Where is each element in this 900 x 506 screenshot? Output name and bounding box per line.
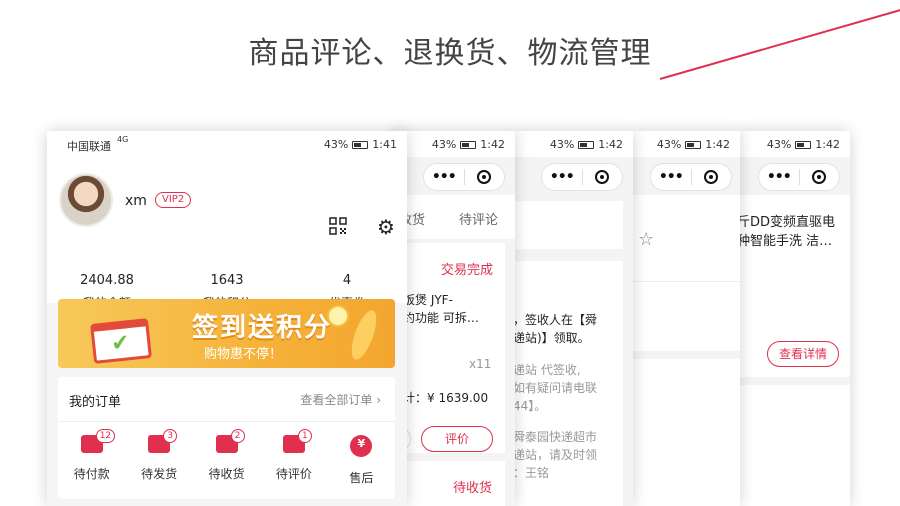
order-card[interactable]: 交易完成 饭煲 JYF- 约功能 可拆… x11 计：¥ 1639.00 — [393, 243, 505, 453]
phone-my-profile: 中国联通 4G 43%1:41 ••• xm VIP2 ⚙ 2404.88我的余… — [47, 131, 407, 506]
close-miniprogram-icon[interactable] — [692, 170, 732, 184]
promo-slide: 商品评论、退换货、物流管理 43% 1:42 ••• 斤DD变频直驱电 种智能手洗 … — [0, 0, 900, 506]
order-total: 计：¥ 1639.00 — [403, 391, 489, 405]
status-bar: 中国联通 4G 43% 1:41 — [47, 131, 407, 157]
miniprogram-capsule[interactable]: ••• — [650, 163, 732, 191]
battery-icon — [352, 140, 369, 149]
count-badge: 3 — [163, 429, 178, 443]
count-badge: 2 — [230, 429, 245, 443]
timeline-text: 递站)】领取。 — [513, 331, 590, 345]
profile-header: xm VIP2 ⚙ 2404.88我的余额 1643我的积分 4优惠券 — [47, 157, 407, 310]
qr-code-icon[interactable] — [329, 217, 347, 235]
avatar[interactable] — [59, 173, 113, 227]
more-icon[interactable]: ••• — [542, 169, 582, 185]
miniprogram-capsule[interactable]: ••• — [423, 163, 505, 191]
page-headline: 商品评论、退换货、物流管理 — [248, 36, 652, 71]
yen-icon: ¥ — [350, 435, 373, 457]
clock: 1:42 — [598, 138, 623, 151]
wheat-icon — [346, 307, 382, 363]
network-type: 4G — [117, 135, 129, 144]
clock: 1:42 — [705, 138, 730, 151]
order-pending-review[interactable]: 1 待评价 — [260, 429, 327, 486]
count-badge: 12 — [95, 429, 116, 443]
banner-title: 签到送积分 — [192, 313, 333, 343]
product-quantity: x11 — [469, 357, 492, 371]
order-card[interactable]: 待收货 — [393, 461, 505, 506]
battery-percent: 43% — [766, 138, 792, 151]
battery-percent: 43% — [656, 138, 682, 151]
gear-icon[interactable]: ⚙ — [377, 215, 395, 239]
vip-badge: VIP2 — [155, 192, 192, 208]
orders-title: 我的订单 — [69, 395, 122, 410]
clock: 1:41 — [372, 138, 397, 151]
more-icon[interactable]: ••• — [759, 169, 799, 185]
close-miniprogram-icon[interactable] — [583, 170, 623, 184]
order-after-sales[interactable]: ¥ 售后 — [328, 435, 395, 486]
timeline-text: 递站，请及时领 — [513, 448, 598, 462]
more-icon[interactable]: ••• — [651, 169, 691, 185]
chevron-right-icon: › — [376, 393, 381, 407]
status-bar: 43% 1:42 — [740, 131, 850, 157]
my-orders-card: 我的订单 查看全部订单 › 12 待付款 3 待发货 2 待收货 1 待评价 ¥… — [58, 377, 395, 499]
product-desc: 约功能 可拆… — [403, 311, 479, 325]
phone-product-detail: 43% 1:42 ••• 斤DD变频直驱电 种智能手洗 洁… 查看详情 — [740, 131, 850, 506]
view-all-orders-link[interactable]: 查看全部订单 › — [300, 391, 381, 408]
count-badge: 1 — [297, 429, 312, 443]
battery-percent: 43% — [323, 138, 349, 151]
timeline-text: ，签收人在【舜 — [513, 313, 598, 327]
miniprogram-capsule[interactable]: ••• — [758, 163, 840, 191]
tab-to-review[interactable]: 待评论 — [459, 209, 498, 228]
clock: 1:42 — [480, 138, 505, 151]
logistics-header-card — [513, 201, 623, 249]
battery-percent: 43% — [431, 138, 457, 151]
view-details-button[interactable]: 查看详情 — [767, 341, 839, 367]
order-status: 交易完成 — [441, 263, 494, 278]
star-icon[interactable]: ☆ — [638, 229, 654, 250]
battery-icon — [460, 140, 477, 149]
order-status: 待收货 — [453, 481, 493, 496]
order-pending-receipt[interactable]: 2 待收货 — [193, 429, 260, 486]
status-bar: 43% 1:42 — [632, 131, 740, 157]
order-status-row: 12 待付款 3 待发货 2 待收货 1 待评价 ¥ 售后 — [58, 429, 395, 486]
phone-logistics: 43% 1:42 ••• ，签收人在【舜 递站)】领取。 递站 代签收, 如有疑问… — [513, 131, 633, 506]
more-icon[interactable]: ••• — [424, 169, 464, 185]
battery-icon — [685, 140, 702, 149]
timeline-text: 舜泰园快递超市 — [513, 430, 598, 444]
battery-percent: 43% — [549, 138, 575, 151]
close-miniprogram-icon[interactable] — [465, 170, 505, 184]
phone-order-list: 43% 1:42 ••• 收货 待评论 交易完成 饭煲 JYF- 约功能 可拆… … — [393, 131, 515, 506]
status-bar: 43% 1:42 — [393, 131, 515, 157]
review-button[interactable]: 评价 — [421, 426, 493, 452]
phone-favorites: 43% 1:42 ••• ☆ — [632, 131, 740, 506]
close-miniprogram-icon[interactable] — [800, 170, 840, 184]
timeline-text: 如有疑问请电联 — [513, 381, 598, 395]
logistics-timeline: ，签收人在【舜 递站)】领取。 递站 代签收, 如有疑问请电联 44】。 舜泰园… — [513, 261, 623, 506]
calendar-check-icon — [90, 318, 152, 364]
miniprogram-capsule[interactable]: ••• — [541, 163, 623, 191]
product-title: 斤DD变频直驱电 种智能手洗 洁… — [740, 215, 836, 249]
banner-subtitle: 购物惠不停！ — [204, 347, 283, 362]
order-pending-payment[interactable]: 12 待付款 — [58, 429, 125, 486]
order-pending-shipment[interactable]: 3 待发货 — [125, 429, 192, 486]
signin-banner[interactable]: 签到送积分 购物惠不停！ — [58, 299, 395, 368]
order-tabs: 收货 待评论 — [393, 195, 515, 239]
battery-icon — [795, 140, 812, 149]
timeline-text: 递站 代签收, — [513, 363, 581, 377]
carrier-name: 中国联通 — [67, 140, 111, 153]
clock: 1:42 — [815, 138, 840, 151]
battery-icon — [578, 140, 595, 149]
timeline-text: 44】。 — [513, 399, 547, 413]
product-name: 饭煲 JYF- — [403, 293, 453, 307]
status-bar: 43% 1:42 — [513, 131, 633, 157]
timeline-text: ：王铭 — [513, 466, 550, 480]
username: xm — [125, 193, 147, 209]
